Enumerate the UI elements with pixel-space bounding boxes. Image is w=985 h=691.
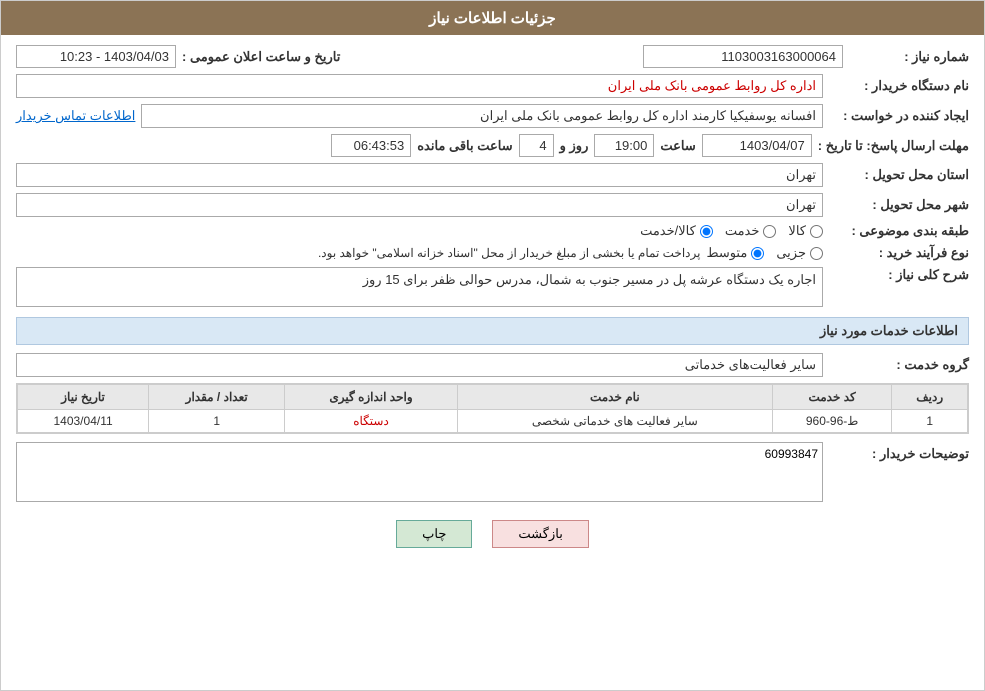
category-radio-group: کالا خدمت کالا/خدمت xyxy=(640,223,823,239)
deadline-date: 1403/04/07 xyxy=(702,134,812,157)
category-radio-kala[interactable] xyxy=(810,225,823,238)
buyer-name-value: اداره کل روابط عمومی بانک ملی ایران xyxy=(16,74,823,98)
services-table: ردیف کد خدمت نام خدمت واحد اندازه گیری ت… xyxy=(16,383,969,434)
col-header-row-num: ردیف xyxy=(892,385,968,410)
deadline-time: 19:00 xyxy=(594,134,654,157)
city-value: تهران xyxy=(16,193,823,217)
description-value: اجاره یک دستگاه عرشه پل در مسیر جنوب به … xyxy=(16,267,823,307)
category-kala-khedmat-label: کالا/خدمت xyxy=(640,223,696,239)
table-row: 1 ط-96-960 سایر فعالیت های خدماتی شخصی د… xyxy=(18,410,968,433)
purchase-type-radio-group: جزیی متوسط xyxy=(706,245,823,261)
print-button[interactable]: چاپ xyxy=(396,520,472,548)
buyer-name-label: نام دستگاه خریدار : xyxy=(829,78,969,94)
action-buttons: بازگشت چاپ xyxy=(16,520,969,548)
announcement-value: 1403/04/03 - 10:23 xyxy=(16,45,176,68)
page-title: جزئیات اطلاعات نیاز xyxy=(1,1,984,35)
province-value: تهران xyxy=(16,163,823,187)
creator-contact-link[interactable]: اطلاعات تماس خریدار xyxy=(16,108,135,124)
cell-service-code: ط-96-960 xyxy=(772,410,892,433)
buyer-desc-textarea[interactable]: 60993847 xyxy=(16,442,823,502)
col-header-service-code: کد خدمت xyxy=(772,385,892,410)
category-kala-label: کالا xyxy=(788,223,806,239)
col-header-unit: واحد اندازه گیری xyxy=(285,385,458,410)
category-khedmat-label: خدمت xyxy=(725,223,760,239)
description-label: شرح کلی نیاز : xyxy=(829,267,969,283)
purchase-type-note: پرداخت تمام یا بخشی از مبلغ خریدار از مح… xyxy=(16,246,700,260)
service-group-label: گروه خدمت : xyxy=(829,357,969,373)
deadline-label: مهلت ارسال پاسخ: تا تاریخ : xyxy=(818,138,969,154)
category-radio-kala-khedmat[interactable] xyxy=(700,225,713,238)
cell-quantity: 1 xyxy=(149,410,285,433)
purchase-type-label: نوع فرآیند خرید : xyxy=(829,245,969,261)
col-header-quantity: تعداد / مقدار xyxy=(149,385,285,410)
deadline-time-label: ساعت xyxy=(660,138,695,154)
cell-date: 1403/04/11 xyxy=(18,410,149,433)
cell-service-name: سایر فعالیت های خدماتی شخصی xyxy=(457,410,772,433)
need-number-label: شماره نیاز : xyxy=(849,49,969,65)
purchase-type-radio-jozi[interactable] xyxy=(810,247,823,260)
col-header-service-name: نام خدمت xyxy=(457,385,772,410)
col-header-date: تاریخ نیاز xyxy=(18,385,149,410)
category-radio-khedmat[interactable] xyxy=(763,225,776,238)
purchase-type-jozi-label: جزیی xyxy=(776,245,806,261)
city-label: شهر محل تحویل : xyxy=(829,197,969,213)
cell-row-num: 1 xyxy=(892,410,968,433)
announcement-label: تاریخ و ساعت اعلان عمومی : xyxy=(182,49,340,65)
service-group-value: سایر فعالیت‌های خدماتی xyxy=(16,353,823,377)
category-label: طبقه بندی موضوعی : xyxy=(829,223,969,239)
deadline-days-label: روز و xyxy=(560,138,589,154)
back-button[interactable]: بازگشت xyxy=(492,520,588,548)
purchase-type-radio-motavasset[interactable] xyxy=(751,247,764,260)
creator-label: ایجاد کننده در خواست : xyxy=(829,108,969,124)
creator-value: افسانه یوسفیکیا کارمند اداره کل روابط عم… xyxy=(141,104,823,128)
province-label: استان محل تحویل : xyxy=(829,167,969,183)
buyer-desc-label: توضیحات خریدار : xyxy=(829,442,969,462)
services-section-title: اطلاعات خدمات مورد نیاز xyxy=(16,317,969,345)
deadline-days: 4 xyxy=(519,134,554,157)
need-number-value: 1103003163000064 xyxy=(643,45,843,68)
purchase-type-motavasset-label: متوسط xyxy=(706,245,747,261)
cell-unit: دستگاه xyxy=(285,410,458,433)
deadline-remaining-label: ساعت باقی مانده xyxy=(417,138,512,154)
deadline-remaining: 06:43:53 xyxy=(331,134,411,157)
